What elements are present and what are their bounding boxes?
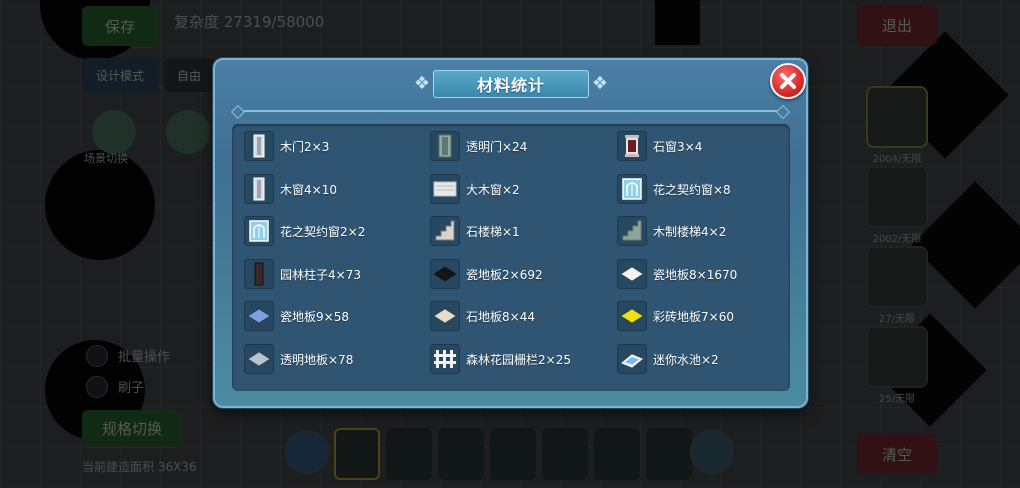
material-item: 瓷地板9×58 — [244, 300, 349, 332]
glass-door-icon — [430, 131, 460, 161]
ornament-right-icon: ❖ — [591, 73, 609, 94]
ornament-left-icon: ❖ — [413, 73, 431, 94]
material-item: 大木窗×2 — [430, 173, 520, 205]
dialog-title: 材料统计 — [476, 76, 545, 95]
material-item-label: 瓷地板2×692 — [466, 267, 543, 282]
blue-tile-icon — [244, 301, 274, 331]
dialog-title-plate: ❖ 材料统计 ❖ — [411, 70, 611, 98]
stone-stairs-icon — [430, 216, 460, 246]
material-item-label: 迷你水池×2 — [653, 352, 719, 367]
material-item: 木门2×3 — [244, 130, 329, 162]
close-button[interactable] — [770, 63, 806, 99]
material-item-label: 石地板8×44 — [466, 309, 535, 324]
black-tile-icon — [430, 259, 460, 289]
material-item-label: 瓷地板9×58 — [280, 309, 349, 324]
wood-stairs-icon — [617, 216, 647, 246]
flower-window-icon — [617, 174, 647, 204]
material-item: 花之契约窗×8 — [617, 173, 731, 205]
white-tile-icon — [617, 259, 647, 289]
material-item: 石地板8×44 — [430, 300, 535, 332]
material-item-label: 木窗4×10 — [280, 182, 337, 197]
yellow-tile-icon — [617, 301, 647, 331]
material-item: 瓷地板8×1670 — [617, 258, 737, 290]
material-item: 透明门×24 — [430, 130, 527, 162]
flower-window-small-icon — [244, 216, 274, 246]
fence-icon — [430, 344, 460, 374]
material-item-label: 花之契约窗2×2 — [280, 224, 366, 239]
material-item-label: 透明地板×78 — [280, 352, 354, 367]
stone-window-icon — [617, 131, 647, 161]
material-item-label: 石楼梯×1 — [466, 224, 520, 239]
material-item: 花之契约窗2×2 — [244, 215, 365, 247]
material-item: 石窗3×4 — [617, 130, 702, 162]
stone-tile-icon — [430, 301, 460, 331]
material-item: 石楼梯×1 — [430, 215, 520, 247]
pillar-icon — [244, 259, 274, 289]
large-window-icon — [430, 174, 460, 204]
material-item-label: 花之契约窗×8 — [653, 182, 731, 197]
material-item-label: 木门2×3 — [280, 139, 330, 154]
material-item: 园林柱子4×73 — [244, 258, 361, 290]
material-item-label: 彩砖地板7×60 — [653, 309, 734, 324]
material-item-label: 森林花园栅栏2×25 — [466, 352, 571, 367]
material-item: 彩砖地板7×60 — [617, 300, 734, 332]
material-item: 木制楼梯4×2 — [617, 215, 726, 247]
material-stats-dialog: ❖ 材料统计 ❖ 木门2×3 透明门×24 石窗3×4 木窗4×10 大木窗×2 花之契约… — [213, 58, 808, 408]
material-item: 透明地板×78 — [244, 343, 353, 375]
wood-window-icon — [244, 174, 274, 204]
glass-floor-icon — [244, 344, 274, 374]
material-item-label: 大木窗×2 — [466, 182, 520, 197]
material-list: 木门2×3 透明门×24 石窗3×4 木窗4×10 大木窗×2 花之契约窗×8 花之契约窗2… — [232, 124, 790, 391]
material-item-label: 瓷地板8×1670 — [653, 267, 738, 282]
material-item: 瓷地板2×692 — [430, 258, 543, 290]
material-item-label: 木制楼梯4×2 — [653, 224, 727, 239]
close-icon — [780, 73, 796, 89]
material-item-label: 石窗3×4 — [653, 139, 703, 154]
material-item-label: 园林柱子4×73 — [280, 267, 361, 282]
title-divider — [237, 110, 784, 112]
door-icon — [244, 131, 274, 161]
material-item: 森林花园栅栏2×25 — [430, 343, 571, 375]
material-item-label: 透明门×24 — [466, 139, 528, 154]
material-item: 木窗4×10 — [244, 173, 337, 205]
material-item: 迷你水池×2 — [617, 343, 719, 375]
mini-pool-icon — [617, 344, 647, 374]
